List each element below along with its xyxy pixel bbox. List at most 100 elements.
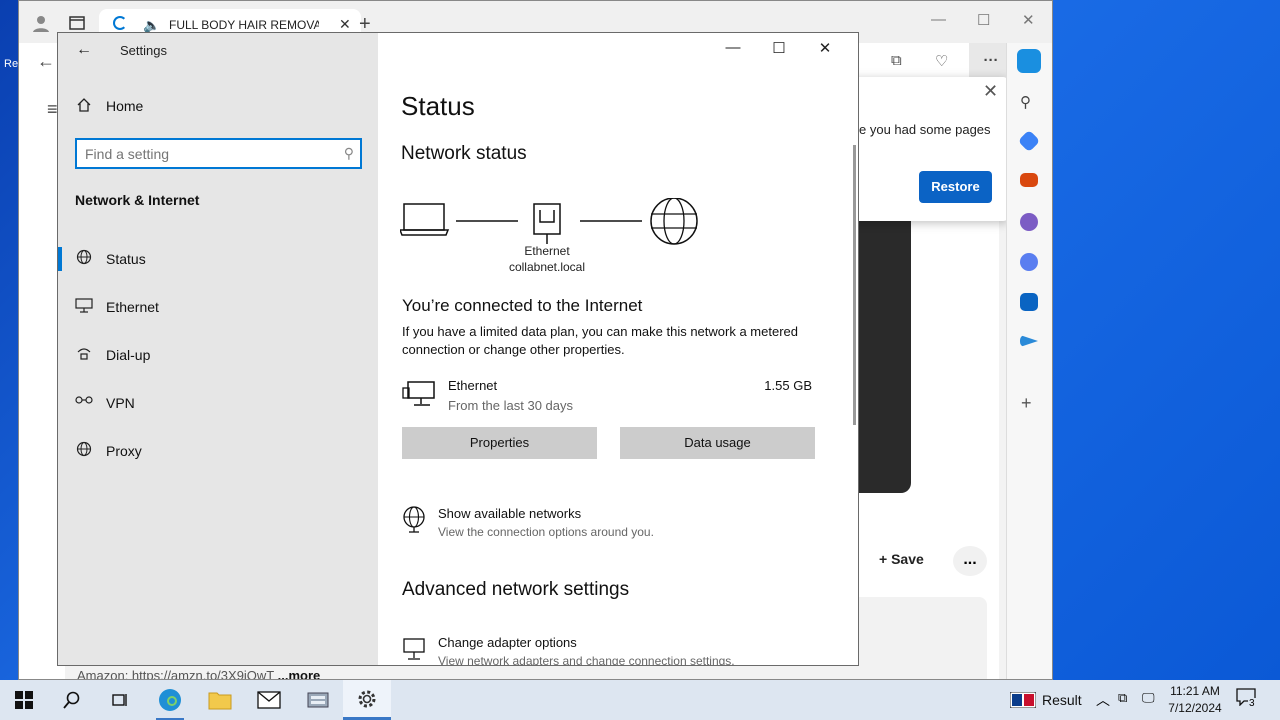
restore-pages-popup: ✕ e you had some pages Restore bbox=[839, 77, 1009, 221]
server-app-button[interactable] bbox=[294, 680, 342, 720]
connection-row: Ethernet From the last 30 days 1.55 GB bbox=[402, 376, 822, 421]
send-icon[interactable] bbox=[1020, 335, 1038, 347]
settings-window: ← Settings Home ⚲ Network & Internet Sta… bbox=[57, 32, 859, 666]
show-networks-link[interactable]: Show available networks View the connect… bbox=[402, 506, 822, 546]
hamburger-menu-icon[interactable]: ≡ bbox=[47, 99, 58, 120]
tray-result-label[interactable]: Result bbox=[1042, 692, 1082, 708]
more-options-button[interactable]: ... bbox=[953, 546, 987, 576]
back-icon[interactable]: ← bbox=[37, 51, 55, 72]
profile-icon[interactable] bbox=[31, 13, 51, 37]
settings-taskbar-button[interactable] bbox=[343, 680, 391, 720]
connection-period: From the last 30 days bbox=[448, 398, 573, 413]
close-icon[interactable]: ✕ bbox=[810, 39, 840, 57]
nav-item-status[interactable]: Status bbox=[58, 239, 378, 279]
search-icon[interactable]: ⚲ bbox=[344, 145, 354, 162]
windows-logo-icon bbox=[15, 691, 33, 709]
restore-button[interactable]: Restore bbox=[919, 171, 992, 203]
nav-item-dialup[interactable]: Dial-up bbox=[58, 335, 378, 375]
nav-item-ethernet[interactable]: Ethernet bbox=[58, 287, 378, 327]
mail-icon bbox=[257, 691, 281, 709]
settings-scrollbar[interactable] bbox=[853, 145, 856, 425]
laptop-icon bbox=[398, 203, 450, 236]
settings-main-pane: — ☐ ✕ Status Network status Ethernet col… bbox=[378, 33, 858, 666]
clock[interactable]: 11:21 AM 7/12/2024 bbox=[1162, 683, 1228, 717]
back-icon[interactable]: ← bbox=[76, 41, 92, 59]
ethernet-pc-icon bbox=[402, 380, 436, 413]
adapter-icon bbox=[402, 635, 426, 663]
search-box[interactable]: ⚲ bbox=[75, 138, 362, 169]
close-popup-icon[interactable]: ✕ bbox=[983, 81, 998, 102]
close-tab-icon[interactable]: ✕ bbox=[339, 16, 351, 33]
tray-app-icon[interactable] bbox=[1009, 691, 1037, 713]
nav-item-vpn[interactable]: VPN bbox=[58, 383, 378, 423]
loading-spinner-icon bbox=[113, 16, 127, 30]
clock-date: 7/12/2024 bbox=[1168, 701, 1222, 715]
maximize-icon[interactable]: ☐ bbox=[977, 11, 990, 29]
more-link[interactable]: ...more bbox=[278, 668, 321, 679]
task-view-button[interactable] bbox=[96, 680, 144, 720]
connected-heading: You’re connected to the Internet bbox=[402, 296, 643, 315]
restore-text: e you had some pages bbox=[859, 122, 991, 137]
clock-time: 11:21 AM bbox=[1170, 684, 1220, 698]
folder-icon bbox=[208, 692, 232, 710]
dialup-icon bbox=[74, 345, 94, 365]
nav-label: Ethernet bbox=[106, 299, 159, 315]
nav-home[interactable]: Home bbox=[76, 97, 143, 116]
search-icon bbox=[63, 691, 80, 709]
desktop-icon-label: Re bbox=[4, 58, 19, 70]
page-title: Status bbox=[401, 91, 475, 121]
adapter-options-link[interactable]: Change adapter options View network adap… bbox=[402, 635, 822, 666]
minimize-icon[interactable]: — bbox=[718, 39, 748, 56]
maximize-icon[interactable]: ☐ bbox=[764, 39, 794, 57]
window-controls: — ☐ ✕ bbox=[718, 33, 858, 65]
show-networks-title: Show available networks bbox=[438, 506, 582, 521]
notification-center-button[interactable]: 3 bbox=[1236, 688, 1262, 712]
add-sidebar-icon[interactable]: + bbox=[1021, 393, 1032, 414]
start-button[interactable] bbox=[0, 680, 48, 720]
browser-sidebar: ⚲ + bbox=[1006, 43, 1052, 679]
nav-label: Status bbox=[106, 251, 146, 267]
health-icon[interactable]: ♡ bbox=[935, 52, 948, 70]
amazon-link-text[interactable]: Amazon: https://amzn.to/3X9jQwT ...more bbox=[77, 668, 321, 680]
save-button[interactable]: + Save bbox=[879, 551, 924, 567]
shopping-tag-icon[interactable] bbox=[1017, 129, 1041, 153]
server-manager-icon bbox=[307, 692, 329, 708]
tools-icon[interactable] bbox=[1020, 173, 1038, 187]
amazon-text: Amazon: https://amzn.to/3X9jQwT bbox=[77, 668, 275, 680]
adapter-options-desc: View network adapters and change connect… bbox=[438, 654, 735, 666]
network-name: collabnet.local bbox=[508, 260, 586, 274]
search-icon[interactable]: ⚲ bbox=[1020, 93, 1031, 111]
mail-button[interactable] bbox=[245, 680, 293, 720]
edge-taskbar-button[interactable] bbox=[146, 680, 194, 720]
save-label: Save bbox=[891, 551, 924, 567]
app-title: Settings bbox=[120, 43, 167, 58]
file-explorer-button[interactable] bbox=[196, 680, 244, 720]
data-usage-button[interactable]: Data usage bbox=[620, 427, 815, 459]
nav-item-proxy[interactable]: Proxy bbox=[58, 431, 378, 471]
nav-label: VPN bbox=[106, 395, 135, 411]
home-icon bbox=[76, 98, 92, 116]
ethernet-icon bbox=[74, 297, 94, 317]
network-tray-icon[interactable]: 🖵 bbox=[1142, 690, 1155, 706]
copilot-icon[interactable] bbox=[1017, 49, 1041, 73]
gear-icon bbox=[358, 690, 376, 708]
adapter-options-title: Change adapter options bbox=[438, 635, 577, 650]
meet-now-icon[interactable]: ⧉ bbox=[1118, 690, 1127, 706]
settings-nav-pane: ← Settings Home ⚲ Network & Internet Sta… bbox=[58, 33, 378, 665]
globe-icon bbox=[74, 441, 94, 461]
collections-icon[interactable]: ⧉ bbox=[891, 52, 902, 69]
globe-network-icon bbox=[402, 506, 426, 534]
taskbar-search-button[interactable] bbox=[48, 680, 96, 720]
section-title: Network & Internet bbox=[75, 192, 200, 208]
globe-status-icon bbox=[74, 249, 94, 269]
m365-icon[interactable] bbox=[1020, 253, 1038, 271]
video-thumbnail[interactable] bbox=[859, 219, 911, 493]
properties-button[interactable]: Properties bbox=[402, 427, 597, 459]
outlook-icon[interactable] bbox=[1020, 293, 1038, 311]
chevron-up-icon[interactable]: ︿ bbox=[1096, 690, 1110, 710]
search-input[interactable] bbox=[85, 144, 325, 164]
games-icon[interactable] bbox=[1020, 213, 1038, 231]
close-window-icon[interactable]: ✕ bbox=[1022, 11, 1035, 29]
nav-label: Dial-up bbox=[106, 347, 151, 363]
minimize-icon[interactable]: — bbox=[931, 11, 946, 28]
